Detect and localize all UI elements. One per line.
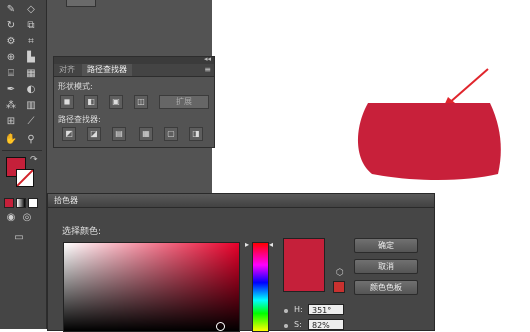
pathfinders-label: 路径查找器: bbox=[58, 115, 101, 124]
hue-input[interactable]: 351° bbox=[308, 304, 344, 315]
color-swatches-button[interactable]: 颜色色板 bbox=[354, 280, 418, 295]
blend-tool-icon[interactable]: ◐ bbox=[24, 84, 38, 96]
toolbox: ✎ ◇ ↻ ⧉ ⚙ ⌗ ⊕ ▙ ⌸ ▦ ✒ ◐ ⁂ ▥ ⊞ ⟋ ✋ ⚲ ↷ ◉ … bbox=[0, 0, 47, 329]
symbol-sprayer-tool-icon[interactable]: ⁂ bbox=[4, 100, 18, 112]
gradient-mode-button[interactable] bbox=[16, 198, 26, 208]
pathfinder-panel: ◂◂ 对齐 路径查找器 ≡ 形状模式: ◼ ◧ ▣ ◫ 扩展 路径查找器: ◩ … bbox=[53, 55, 215, 148]
swap-fill-stroke-icon[interactable]: ↷ bbox=[30, 155, 38, 165]
panel-tabs: 对齐 路径查找器 ≡ bbox=[54, 64, 214, 77]
warp-tool-icon[interactable]: ⚙ bbox=[4, 36, 18, 48]
color-cursor[interactable] bbox=[216, 322, 225, 331]
hand-tool-icon[interactable]: ✋ bbox=[4, 134, 18, 146]
new-color-preview bbox=[283, 238, 325, 292]
saturation-label: S: bbox=[294, 320, 302, 329]
minus-front-button[interactable]: ◧ bbox=[84, 95, 98, 109]
eraser-tool-icon[interactable]: ◇ bbox=[24, 4, 38, 16]
toolbox-divider bbox=[2, 150, 42, 151]
divide-button[interactable]: ◩ bbox=[62, 127, 76, 141]
saturation-brightness-field[interactable] bbox=[63, 242, 240, 332]
screen-mode-icon[interactable]: ▭ bbox=[12, 232, 26, 244]
out-of-web-gamut-icon[interactable]: ⬡ bbox=[336, 268, 344, 278]
choose-color-label: 选择颜色: bbox=[62, 227, 102, 237]
merge-button[interactable]: ▤ bbox=[112, 127, 126, 141]
cancel-button[interactable]: 取消 bbox=[354, 259, 418, 274]
red-bowl-shape[interactable] bbox=[354, 100, 502, 182]
mesh-tool-icon[interactable]: ▦ bbox=[24, 68, 38, 80]
dialog-title[interactable]: 拾色器 bbox=[48, 194, 434, 208]
web-safe-color-swatch[interactable] bbox=[333, 281, 345, 293]
minus-back-button[interactable]: ◨ bbox=[189, 127, 203, 141]
saturation-input[interactable]: 82% bbox=[308, 319, 344, 330]
panel-menu-icon[interactable]: ≡ bbox=[204, 64, 211, 76]
blob-brush-tool-icon[interactable]: ✎ bbox=[4, 4, 18, 16]
trim-button[interactable]: ◪ bbox=[87, 127, 101, 141]
panel-title-bar[interactable]: ◂◂ bbox=[54, 55, 214, 64]
column-graph-tool-icon[interactable]: ▥ bbox=[24, 100, 38, 112]
double-arrow-icon[interactable]: ◂◂ bbox=[204, 55, 211, 63]
color-mode-button[interactable] bbox=[4, 198, 14, 208]
rotate-tool-icon[interactable]: ↻ bbox=[4, 20, 18, 32]
artboard-tool-icon[interactable]: ⊞ bbox=[4, 116, 18, 128]
crop-button[interactable]: ▦ bbox=[139, 127, 153, 141]
hue-label: H: bbox=[294, 305, 303, 314]
none-mode-button[interactable] bbox=[28, 198, 38, 208]
tab-align[interactable]: 对齐 bbox=[54, 64, 80, 76]
draw-normal-icon[interactable]: ◉ bbox=[4, 212, 18, 224]
hue-slider-right-arrow-icon[interactable]: ◂ bbox=[269, 240, 273, 249]
tab-pathfinder[interactable]: 路径查找器 bbox=[82, 64, 132, 76]
eyedropper-tool-icon[interactable]: ✒ bbox=[4, 84, 18, 96]
expand-button[interactable]: 扩展 bbox=[159, 95, 209, 109]
hue-slider[interactable] bbox=[252, 242, 269, 332]
intersect-button[interactable]: ▣ bbox=[109, 95, 123, 109]
shape-modes-label: 形状模式: bbox=[58, 82, 93, 91]
hue-radio[interactable] bbox=[284, 309, 288, 313]
color-picker-dialog: 拾色器 选择颜色: ▸ ◂ ⬡ 确定 取消 颜色色板 H: 351° S: 82… bbox=[47, 193, 435, 332]
unite-button[interactable]: ◼ bbox=[60, 95, 74, 109]
draw-behind-icon[interactable]: ◎ bbox=[20, 212, 34, 224]
hue-slider-left-arrow-icon[interactable]: ▸ bbox=[245, 240, 249, 249]
outline-button[interactable]: ▢ bbox=[164, 127, 178, 141]
ok-button[interactable]: 确定 bbox=[354, 238, 418, 253]
live-paint-tool-icon[interactable]: ▙ bbox=[24, 52, 38, 64]
saturation-radio[interactable] bbox=[284, 324, 288, 328]
exclude-button[interactable]: ◫ bbox=[134, 95, 148, 109]
scale-tool-icon[interactable]: ⧉ bbox=[24, 20, 38, 32]
perspective-grid-tool-icon[interactable]: ⌸ bbox=[4, 68, 18, 80]
panel-swatch bbox=[66, 0, 96, 7]
zoom-tool-icon[interactable]: ⚲ bbox=[24, 134, 38, 146]
free-transform-tool-icon[interactable]: ⌗ bbox=[24, 36, 38, 48]
stroke-color-swatch[interactable] bbox=[16, 169, 34, 187]
shape-builder-tool-icon[interactable]: ⊕ bbox=[4, 52, 18, 64]
slice-tool-icon[interactable]: ⟋ bbox=[24, 116, 38, 128]
